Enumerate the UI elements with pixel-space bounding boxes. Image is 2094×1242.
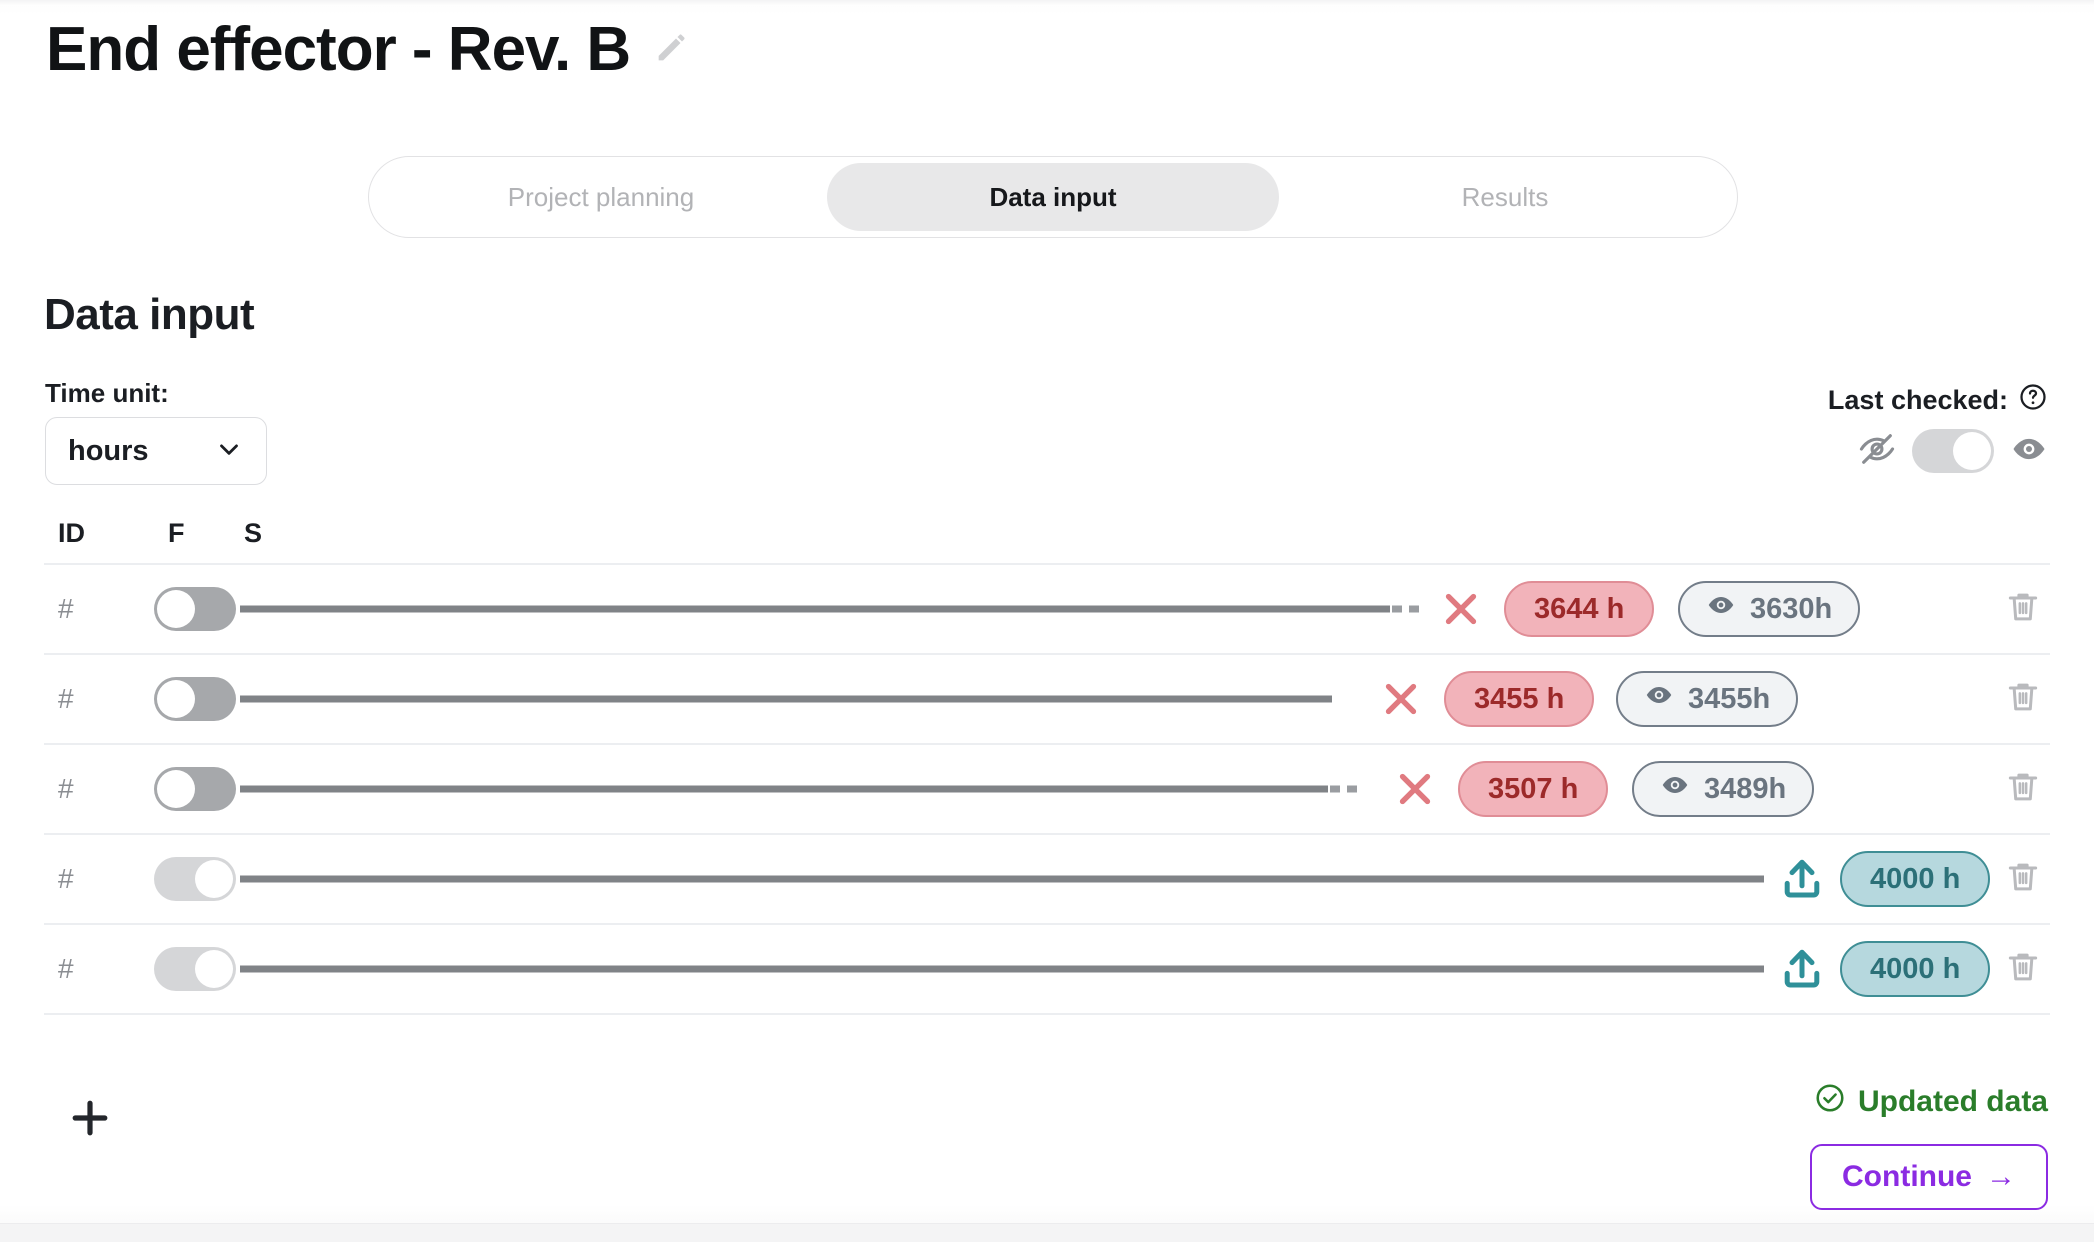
row-id: # — [58, 953, 74, 984]
section-heading: Data input — [44, 290, 255, 339]
table-row: # 3455 h 3455h — [44, 655, 2050, 745]
time-unit-select[interactable]: hours — [45, 417, 267, 485]
row-value-pill[interactable]: 3455 h — [1444, 671, 1595, 727]
row-toggle[interactable] — [154, 767, 236, 811]
continue-label: Continue — [1842, 1160, 1972, 1193]
row-bar-dots — [1392, 605, 1426, 613]
status-badge: Updated data — [1814, 1082, 2048, 1122]
row-delete-button[interactable] — [2004, 588, 2042, 631]
row-value-pill[interactable]: 4000 h — [1840, 941, 1991, 997]
status-text: Updated data — [1857, 1085, 2048, 1118]
eye-icon — [1644, 680, 1674, 718]
x-icon[interactable] — [1378, 676, 1424, 722]
eye-icon — [1706, 590, 1736, 628]
row-last-checked-pill[interactable]: 3630h — [1678, 581, 1861, 637]
row-last-checked-pill[interactable]: 3455h — [1616, 671, 1799, 727]
row-bar-area: 3644 h 3630h — [240, 565, 2050, 653]
row-id: # — [58, 863, 74, 894]
tab-bar: Project planning Data input Results — [368, 156, 1738, 238]
page-title: End effector - Rev. B — [46, 15, 631, 84]
table-row: # 4000 h — [44, 835, 2050, 925]
row-toggle[interactable] — [154, 587, 236, 631]
row-last-checked-pill[interactable]: 3489h — [1632, 761, 1815, 817]
row-id: # — [58, 773, 74, 804]
row-bar[interactable] — [240, 695, 1332, 703]
row-bar-dots — [1330, 785, 1364, 793]
tab-data-input[interactable]: Data input — [827, 163, 1279, 231]
row-toggle[interactable] — [154, 857, 236, 901]
tab-results[interactable]: Results — [1279, 163, 1731, 231]
row-bar-area: 4000 h — [240, 835, 2050, 923]
row-delete-button[interactable] — [2004, 768, 2042, 811]
row-value-text: 3507 h — [1488, 772, 1579, 805]
row-bar[interactable] — [240, 875, 1764, 883]
eye-icon[interactable] — [2010, 430, 2048, 473]
app-page: End effector - Rev. B Project planning D… — [0, 0, 2094, 1242]
row-delete-button[interactable] — [2004, 678, 2042, 721]
row-last-checked-text: 3455h — [1688, 682, 1771, 715]
pencil-icon[interactable] — [652, 27, 692, 72]
check-circle-icon — [1814, 1082, 1846, 1122]
row-value-pill[interactable]: 4000 h — [1840, 851, 1991, 907]
arrow-right-icon: → — [1986, 1160, 2016, 1193]
last-checked-label-row: Last checked: — [1828, 382, 2048, 419]
time-unit-label: Time unit: — [45, 378, 169, 408]
row-id: # — [58, 593, 74, 624]
data-table: ID F S # 3644 h 3630h # 3455 h 3455h # 3… — [44, 505, 2050, 1015]
row-value-pill[interactable]: 3644 h — [1504, 581, 1655, 637]
x-icon[interactable] — [1438, 586, 1484, 632]
toggle-knob — [195, 860, 233, 898]
toggle-knob — [1953, 432, 1991, 470]
continue-button[interactable]: Continue → — [1810, 1144, 2048, 1210]
row-delete-button[interactable] — [2004, 858, 2042, 901]
row-toggle[interactable] — [154, 947, 236, 991]
eye-off-icon[interactable] — [1858, 430, 1896, 473]
row-bar-area: 4000 h — [240, 925, 2050, 1013]
upload-icon[interactable] — [1778, 855, 1826, 903]
row-toggle[interactable] — [154, 677, 236, 721]
toggle-knob — [157, 770, 195, 808]
table-row: # 4000 h — [44, 925, 2050, 1015]
row-bar[interactable] — [240, 605, 1390, 613]
row-id: # — [58, 683, 74, 714]
add-row-button[interactable] — [62, 1090, 118, 1146]
row-value-pill[interactable]: 3507 h — [1458, 761, 1609, 817]
row-delete-button[interactable] — [2004, 948, 2042, 991]
footer-actions: Updated data Continue → — [1810, 1082, 2048, 1210]
x-icon[interactable] — [1392, 766, 1438, 812]
top-edge — [0, 0, 2094, 6]
last-checked-toggle[interactable] — [1912, 429, 1994, 473]
row-last-checked-text: 3630h — [1750, 592, 1833, 625]
last-checked-group: Last checked: — [1748, 382, 2048, 473]
row-bar[interactable] — [240, 785, 1328, 793]
last-checked-label: Last checked: — [1827, 385, 2008, 415]
question-circle-icon[interactable] — [2018, 382, 2048, 419]
row-value-text: 4000 h — [1870, 952, 1961, 985]
last-checked-controls — [1748, 429, 2048, 473]
row-value-text: 3455 h — [1474, 682, 1565, 715]
table-row: # 3644 h 3630h — [44, 565, 2050, 655]
chevron-down-icon — [214, 434, 244, 469]
time-unit-value: hours — [68, 434, 149, 467]
row-last-checked-text: 3489h — [1704, 772, 1787, 805]
row-bar-area: 3507 h 3489h — [240, 745, 2050, 833]
row-value-text: 4000 h — [1870, 862, 1961, 895]
table-body: # 3644 h 3630h # 3455 h 3455h # 3507 h 3… — [44, 563, 2050, 1015]
toggle-knob — [157, 680, 195, 718]
bottom-edge — [0, 1223, 2094, 1242]
page-title-row: End effector - Rev. B — [46, 14, 692, 85]
table-row: # 3507 h 3489h — [44, 745, 2050, 835]
eye-icon — [1660, 770, 1690, 808]
column-header-s: S — [244, 518, 263, 548]
row-bar-area: 3455 h 3455h — [240, 655, 2050, 743]
column-header-id: ID — [58, 518, 85, 548]
upload-icon[interactable] — [1778, 945, 1826, 993]
row-value-text: 3644 h — [1534, 592, 1625, 625]
table-header-row: ID F S — [44, 505, 2050, 549]
column-header-f: F — [168, 518, 185, 548]
tab-project-planning[interactable]: Project planning — [375, 163, 827, 231]
toggle-knob — [195, 950, 233, 988]
row-bar[interactable] — [240, 965, 1764, 973]
toggle-knob — [157, 590, 195, 628]
